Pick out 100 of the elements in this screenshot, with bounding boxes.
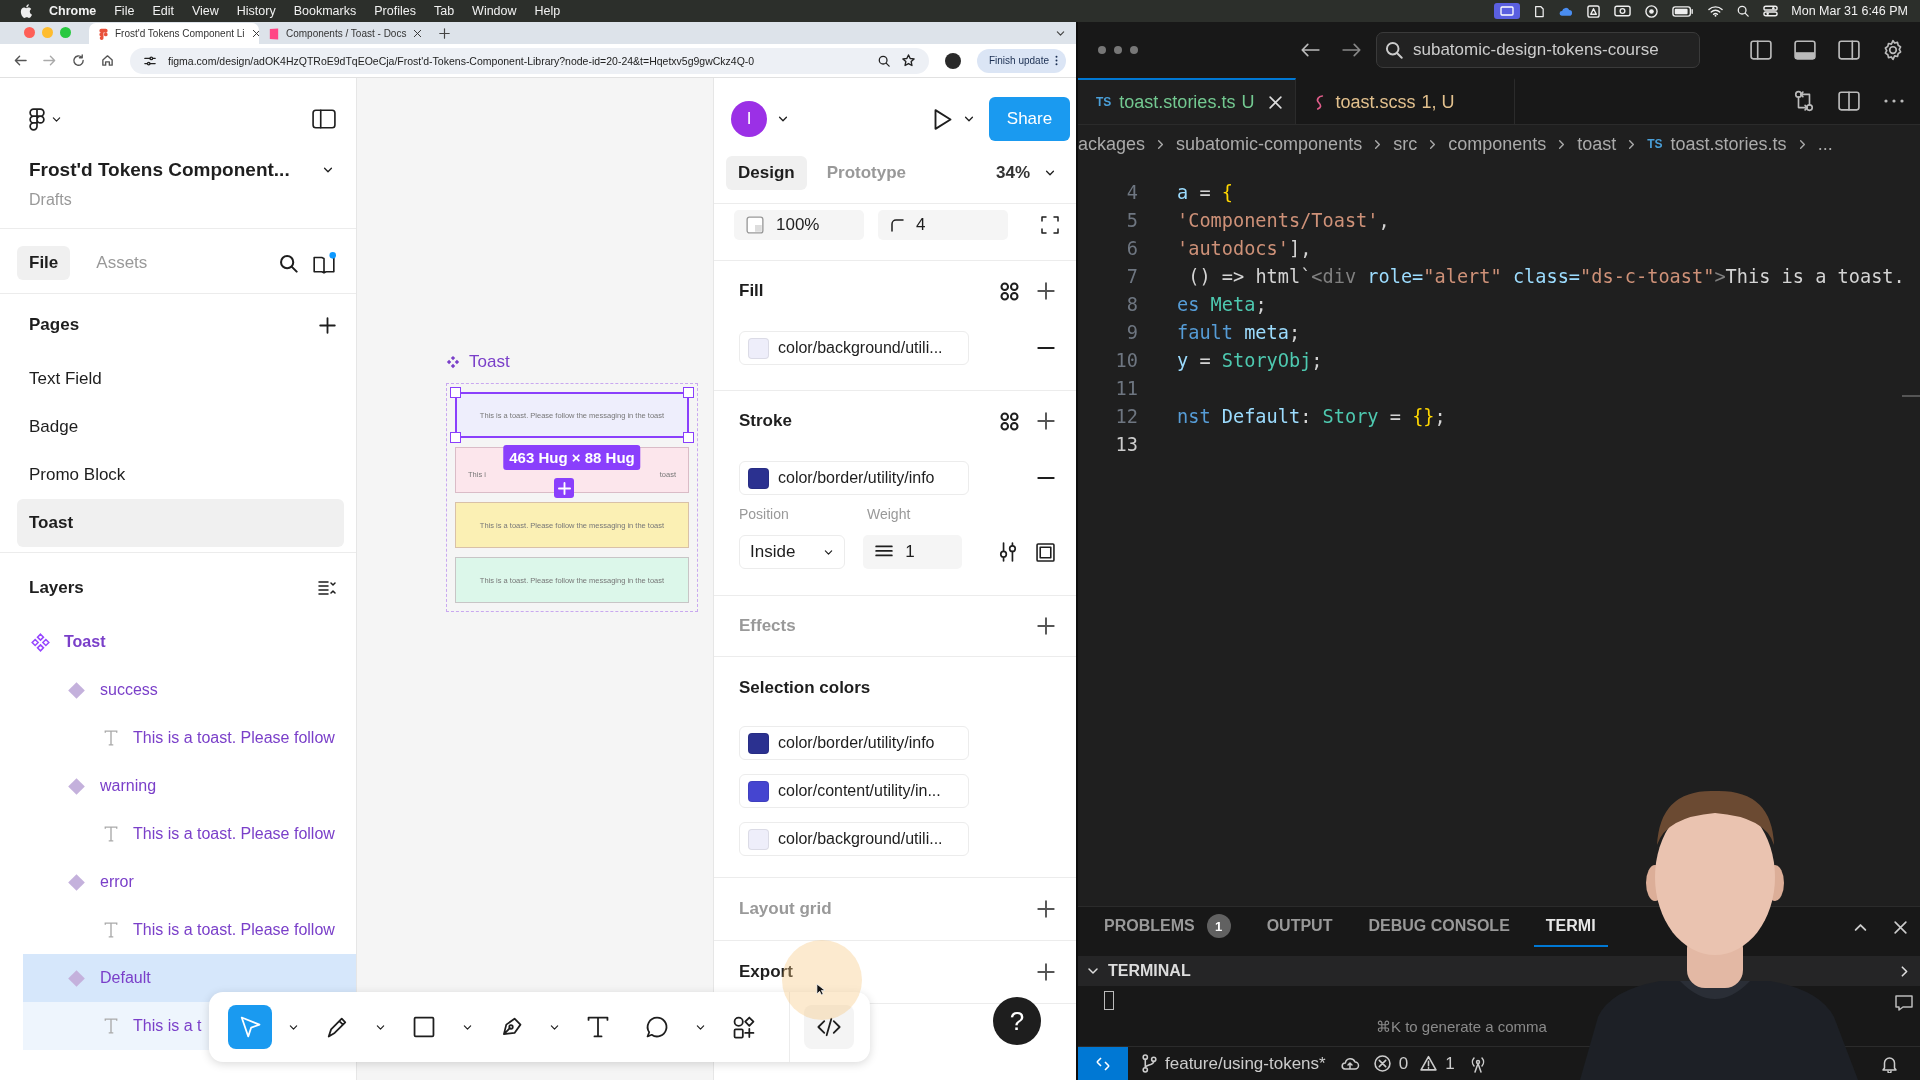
plus-icon[interactable] (1037, 412, 1055, 430)
back-icon[interactable] (14, 54, 27, 67)
panel-tab[interactable]: OUTPUT (1254, 907, 1345, 947)
split-editor-icon[interactable] (1838, 91, 1860, 111)
menu-item[interactable]: View (182, 4, 228, 18)
plus-icon[interactable] (1037, 963, 1055, 981)
compare-changes-icon[interactable] (1794, 90, 1814, 112)
editor-tab[interactable]: TS toast.stories.ts U (1078, 78, 1297, 124)
layer-item[interactable]: Default (67, 962, 151, 994)
tab-search-icon[interactable] (1055, 28, 1066, 39)
wifi-icon[interactable] (1708, 5, 1724, 17)
document-icon[interactable] (1534, 4, 1545, 18)
screen-share-icon[interactable] (1494, 3, 1521, 19)
breadcrumb[interactable]: subatomic-components (1176, 133, 1363, 155)
search-icon[interactable] (279, 253, 298, 273)
panel-tab[interactable]: File (17, 246, 71, 280)
add-page-icon[interactable] (319, 316, 336, 334)
page-item[interactable]: Badge (0, 403, 356, 451)
menu-item[interactable]: Tab (424, 4, 464, 18)
collapse-layers-icon[interactable] (318, 580, 336, 596)
close-icon[interactable] (251, 29, 259, 38)
breadcrumb[interactable]: ackages (1078, 133, 1146, 155)
layer-item[interactable]: This is a toast. Please follow (103, 914, 335, 946)
color-style[interactable]: color/background/utili... (739, 331, 969, 365)
panel-tab[interactable]: TERMI (1533, 907, 1608, 947)
zoom-level[interactable]: 34% (995, 163, 1030, 183)
toggle-secondary-sidebar-icon[interactable] (1838, 40, 1860, 60)
back-icon[interactable] (1300, 42, 1320, 58)
layer-item[interactable]: This is a toast. Please follow (103, 722, 335, 754)
page-item[interactable]: Toast (17, 499, 344, 547)
frame-label[interactable]: Toast (469, 352, 510, 372)
more-actions-icon[interactable] (1098, 46, 1138, 54)
settings-icon[interactable] (1882, 39, 1904, 61)
sync-icon[interactable] (1339, 1055, 1360, 1072)
app-menu[interactable]: Chrome (40, 4, 106, 18)
search-icon[interactable] (1737, 5, 1750, 17)
menu-item[interactable]: Window (463, 4, 526, 18)
branch-status[interactable]: feature/using-tokens* (1142, 1053, 1326, 1074)
sidebar-toggle-icon[interactable] (312, 109, 336, 129)
independent-corners-icon[interactable] (1041, 216, 1059, 234)
breadcrumb[interactable]: components (1448, 133, 1547, 155)
battery-icon[interactable] (1672, 5, 1695, 17)
zoom-icon[interactable] (877, 54, 890, 67)
finish-update-button[interactable]: Finish update (976, 48, 1066, 73)
notification-bell-icon[interactable] (1881, 1054, 1898, 1073)
color-style[interactable]: color/background/utili... (739, 822, 969, 856)
drive-icon[interactable] (1587, 4, 1601, 18)
browser-tab[interactable]: Components / Toast - Docs (259, 23, 429, 44)
problems-status[interactable]: 0 1 (1373, 1053, 1455, 1074)
address-bar[interactable]: figma.com/design/adOK4HzQTRoE9dTqEOeCja/Frost'd-Tokens-Component-Library?node-id=20-24&t=Hqetxv5g9gwCkz4Q-0 (130, 47, 929, 74)
browser-tab[interactable]: Frost'd Tokens Component Li (89, 23, 259, 44)
layer-item[interactable]: This is a t (103, 1010, 202, 1042)
record-icon[interactable] (1645, 4, 1659, 18)
camera-icon[interactable] (1614, 5, 1632, 17)
color-style[interactable]: color/content/utility/in... (739, 774, 969, 808)
breadcrumb[interactable]: ... (1817, 133, 1833, 155)
profile-avatar[interactable] (944, 52, 961, 69)
control-center-icon[interactable] (1763, 5, 1779, 17)
toggle-panel-icon[interactable] (1794, 40, 1816, 60)
apple-icon[interactable] (20, 4, 32, 18)
position-dropdown[interactable]: Inside (739, 535, 846, 569)
color-style[interactable]: color/border/utility/info (739, 461, 969, 495)
bookmark-star-icon[interactable] (901, 54, 915, 67)
layer-item[interactable]: This is a toast. Please follow (103, 818, 335, 850)
forward-icon[interactable] (1342, 42, 1362, 58)
opacity-field[interactable]: 100% (734, 210, 864, 240)
site-settings-icon[interactable] (144, 54, 156, 67)
breadcrumb[interactable]: toast (1577, 133, 1617, 155)
more-icon[interactable] (1884, 99, 1904, 103)
plus-icon[interactable] (1037, 617, 1055, 635)
layer-item[interactable]: success (67, 674, 158, 706)
figma-logo-icon[interactable] (29, 107, 45, 131)
menu-item[interactable]: Help (525, 4, 570, 18)
reload-icon[interactable] (72, 54, 85, 67)
plus-icon[interactable] (1037, 900, 1055, 918)
cloud-icon[interactable] (1558, 5, 1574, 17)
corner-radius-field[interactable]: 4 (878, 210, 1008, 240)
play-icon[interactable] (933, 107, 953, 131)
menu-item[interactable]: Bookmarks (284, 4, 366, 18)
library-icon[interactable] (312, 252, 336, 274)
layer-item[interactable]: warning (67, 770, 157, 802)
menu-item[interactable]: Edit (143, 4, 183, 18)
panel-tab[interactable]: PROBLEMS 1 (1092, 907, 1243, 947)
close-icon[interactable] (413, 29, 423, 38)
tool-button[interactable] (804, 1005, 854, 1049)
command-center[interactable]: subatomic-design-tokens-course (1376, 32, 1700, 68)
stroke-sides-icon[interactable] (1036, 542, 1055, 562)
menu-item[interactable]: File (105, 4, 144, 18)
styles-icon[interactable] (1000, 411, 1019, 431)
weight-field[interactable]: 1 (863, 535, 962, 569)
user-avatar[interactable]: I (731, 101, 767, 137)
chat-icon[interactable] (1894, 994, 1914, 1012)
menu-item[interactable]: History (227, 4, 285, 18)
color-style[interactable]: color/border/utility/info (739, 726, 969, 760)
file-title[interactable]: Frost'd Tokens Component... (29, 159, 290, 181)
panel-tab[interactable]: DEBUG CONSOLE (1356, 907, 1522, 947)
toggle-sidebar-icon[interactable] (1750, 40, 1772, 60)
page-item[interactable]: Promo Block (0, 451, 356, 499)
stroke-settings-icon[interactable] (998, 542, 1018, 562)
menu-item[interactable]: Profiles (365, 4, 425, 18)
